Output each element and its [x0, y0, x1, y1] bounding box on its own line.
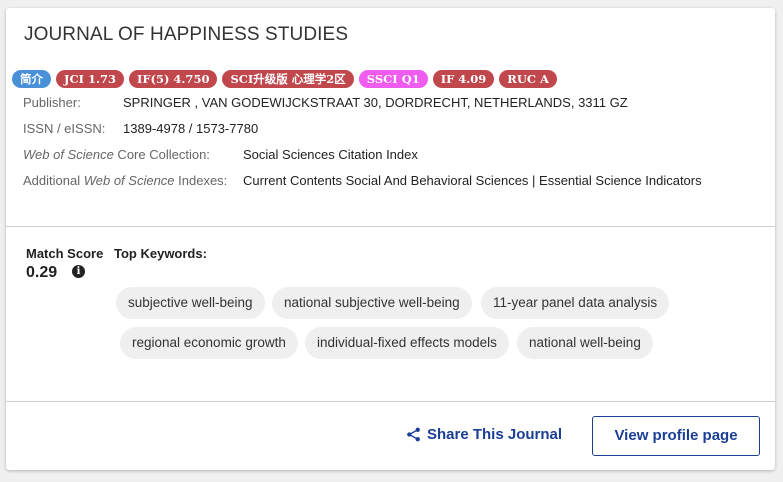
view-profile-button[interactable]: View profile page: [592, 416, 760, 456]
divider: [6, 401, 775, 402]
journal-card: JOURNAL OF HAPPINESS STUDIES 简介 JCI 1.73…: [6, 8, 775, 470]
issn-value: 1389-4978 / 1573-7780: [123, 121, 259, 136]
badge-row: 简介 JCI 1.73 IF(5) 4.750 SCI升级版 心理学2区 SSC…: [12, 70, 557, 88]
badge-if: IF 4.09: [432, 70, 495, 88]
share-journal-link[interactable]: Share This Journal: [406, 426, 562, 443]
badge-ssci: SSCI Q1: [358, 70, 428, 88]
keyword-chip[interactable]: individual-fixed effects models: [305, 327, 509, 359]
info-icon[interactable]: i: [72, 265, 85, 278]
match-score-label: Match Score: [26, 246, 104, 261]
keyword-chip[interactable]: national well-being: [517, 327, 653, 359]
issn-label: ISSN / eISSN:: [23, 121, 106, 136]
badge-intro[interactable]: 简介: [12, 70, 51, 88]
keyword-chip[interactable]: 11-year panel data analysis: [481, 287, 670, 319]
match-score-value: 0.29: [26, 264, 58, 281]
keyword-chip[interactable]: national subjective well-being: [272, 287, 472, 319]
share-journal-label: Share This Journal: [427, 426, 563, 443]
publisher-label: Publisher:: [23, 95, 81, 110]
divider: [6, 226, 775, 227]
journal-title: JOURNAL OF HAPPINESS STUDIES: [24, 24, 349, 45]
share-icon: [406, 427, 421, 442]
additional-indexes-label: Additional Web of Science Indexes:: [23, 173, 228, 188]
badge-ruc: RUC A: [499, 70, 557, 88]
keyword-chip[interactable]: regional economic growth: [120, 327, 298, 359]
badge-jci: JCI 1.73: [56, 70, 124, 88]
badge-if5: IF(5) 4.750: [129, 70, 218, 88]
additional-indexes-value: Current Contents Social And Behavioral S…: [243, 173, 702, 188]
wos-value: Social Sciences Citation Index: [243, 147, 418, 162]
wos-label: Web of Science Core Collection:: [23, 147, 210, 162]
keyword-chip[interactable]: subjective well-being: [116, 287, 265, 319]
publisher-value: SPRINGER , VAN GODEWIJCKSTRAAT 30, DORDR…: [123, 95, 628, 110]
badge-sci-upgrade: SCI升级版 心理学2区: [222, 70, 354, 88]
top-keywords-label: Top Keywords:: [114, 246, 207, 261]
